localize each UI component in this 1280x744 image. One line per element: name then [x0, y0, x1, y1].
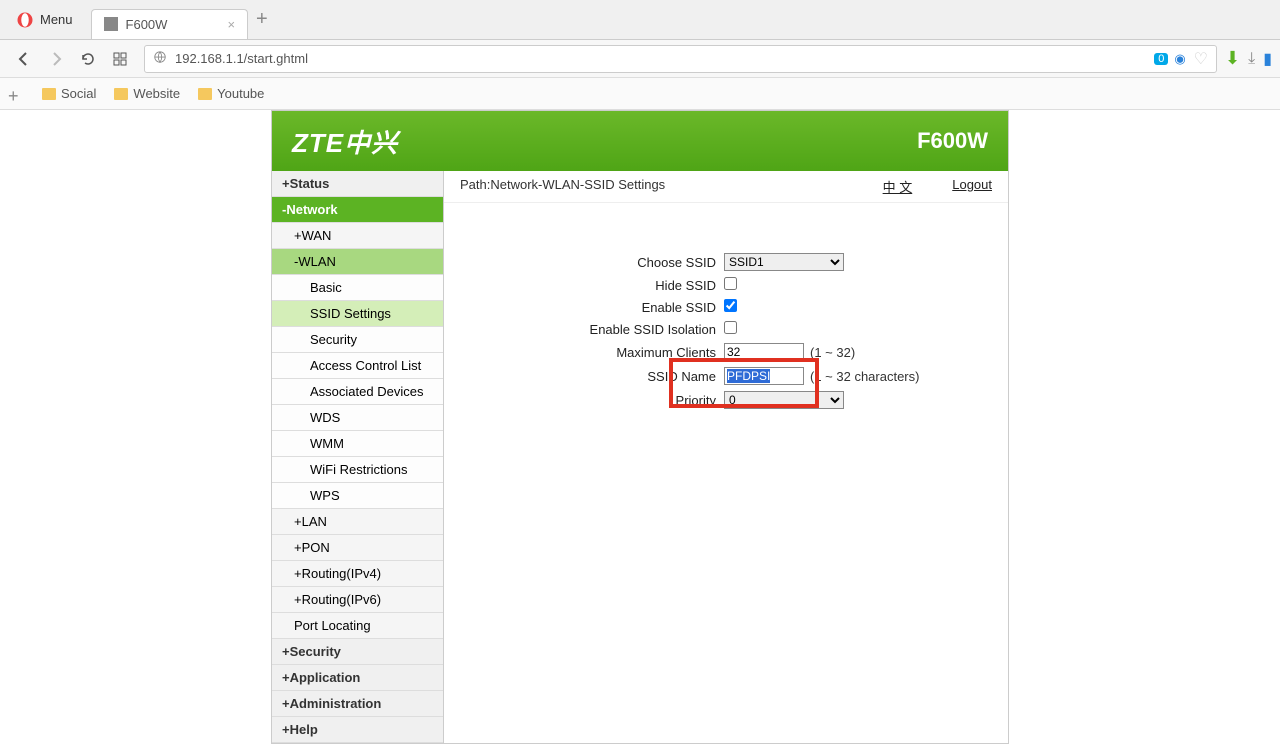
- back-button[interactable]: [10, 45, 38, 73]
- nav-wlan-acl[interactable]: Access Control List: [272, 353, 443, 379]
- breadcrumb: Path:Network-WLAN-SSID Settings: [460, 177, 665, 196]
- form-area: Choose SSID SSID1 Hide SSID Enable SSID …: [444, 203, 1008, 435]
- sidebar: +Status -Network +WAN -WLAN Basic SSID S…: [272, 171, 444, 743]
- ssid-name-hint: (1 ~ 32 characters): [810, 369, 919, 384]
- heart-icon[interactable]: ♡: [1194, 49, 1208, 69]
- shield-icon[interactable]: ◉: [1174, 51, 1185, 67]
- nav-status[interactable]: +Status: [272, 171, 443, 197]
- nav-administration[interactable]: +Administration: [272, 691, 443, 717]
- nav-wlan-wmm[interactable]: WMM: [272, 431, 443, 457]
- router-header: ZTE中兴 F600W: [272, 111, 1008, 171]
- bookmark-social[interactable]: Social: [42, 86, 96, 101]
- folder-icon: [114, 88, 128, 100]
- hide-ssid-label: Hide SSID: [474, 278, 724, 293]
- forward-button[interactable]: [42, 45, 70, 73]
- enable-ssid-label: Enable SSID: [474, 300, 724, 315]
- bookmarks-bar: + Social Website Youtube: [0, 78, 1280, 110]
- forward-arrow-icon: [48, 51, 64, 67]
- add-bookmark-button[interactable]: +: [8, 86, 24, 102]
- choose-ssid-label: Choose SSID: [474, 255, 724, 270]
- enable-isolation-checkbox[interactable]: [724, 321, 737, 334]
- folder-icon: [198, 88, 212, 100]
- url-bar[interactable]: 192.168.1.1/start.ghtml 0 ◉ ♡: [144, 45, 1217, 73]
- ssid-name-input[interactable]: PFDPSI: [724, 367, 804, 385]
- router-model: F600W: [917, 128, 988, 154]
- logout-link[interactable]: Logout: [952, 177, 992, 196]
- nav-application[interactable]: +Application: [272, 665, 443, 691]
- folder-icon: [42, 88, 56, 100]
- enable-ssid-checkbox[interactable]: [724, 299, 737, 312]
- enable-isolation-label: Enable SSID Isolation: [474, 322, 724, 337]
- bookmark-youtube[interactable]: Youtube: [198, 86, 264, 101]
- hide-ssid-checkbox[interactable]: [724, 277, 737, 290]
- reload-icon: [80, 51, 96, 67]
- nav-wlan[interactable]: -WLAN: [272, 249, 443, 275]
- reload-button[interactable]: [74, 45, 102, 73]
- menu-label: Menu: [40, 12, 73, 27]
- speed-dial-button[interactable]: [106, 45, 134, 73]
- nav-wlan-wds[interactable]: WDS: [272, 405, 443, 431]
- browser-tab[interactable]: F600W ×: [91, 9, 249, 39]
- browser-tab-bar: Menu F600W × +: [0, 0, 1280, 40]
- browser-menu-button[interactable]: Menu: [6, 7, 83, 33]
- nav-pon[interactable]: +PON: [272, 535, 443, 561]
- nav-wlan-assoc[interactable]: Associated Devices: [272, 379, 443, 405]
- browser-nav-bar: 192.168.1.1/start.ghtml 0 ◉ ♡ ⬇ ⤓ ▮: [0, 40, 1280, 78]
- blocker-badge[interactable]: 0: [1154, 53, 1168, 65]
- tab-close-icon[interactable]: ×: [227, 17, 235, 32]
- nav-wlan-security[interactable]: Security: [272, 327, 443, 353]
- max-clients-label: Maximum Clients: [474, 345, 724, 360]
- nav-wlan-wps[interactable]: WPS: [272, 483, 443, 509]
- grid-icon: [112, 51, 128, 67]
- router-page: ZTE中兴 F600W +Status -Network +WAN -WLAN …: [0, 110, 1280, 744]
- downloads-icon[interactable]: ⬇: [1225, 48, 1240, 69]
- content-header: Path:Network-WLAN-SSID Settings 中 文 Logo…: [444, 171, 1008, 203]
- content-area: Path:Network-WLAN-SSID Settings 中 文 Logo…: [444, 171, 1008, 743]
- choose-ssid-select[interactable]: SSID1: [724, 253, 844, 271]
- nav-network[interactable]: -Network: [272, 197, 443, 223]
- max-clients-hint: (1 ~ 32): [810, 345, 855, 360]
- nav-help[interactable]: +Help: [272, 717, 443, 743]
- nav-port-locating[interactable]: Port Locating: [272, 613, 443, 639]
- router-logo: ZTE中兴: [292, 123, 398, 160]
- tab-favicon: [104, 17, 118, 31]
- nav-wlan-ssid-settings[interactable]: SSID Settings: [272, 301, 443, 327]
- url-text: 192.168.1.1/start.ghtml: [175, 51, 308, 66]
- ssid-name-label: SSID Name: [474, 369, 724, 384]
- priority-select[interactable]: 0: [724, 391, 844, 409]
- new-tab-button[interactable]: +: [256, 8, 268, 31]
- nav-lan[interactable]: +LAN: [272, 509, 443, 535]
- nav-wan[interactable]: +WAN: [272, 223, 443, 249]
- nav-wlan-wifi-restrictions[interactable]: WiFi Restrictions: [272, 457, 443, 483]
- download-small-icon[interactable]: ⤓: [1248, 50, 1255, 68]
- lang-link[interactable]: 中 文: [883, 177, 913, 196]
- opera-icon: [16, 11, 34, 29]
- globe-icon: [153, 50, 167, 67]
- nav-routing4[interactable]: +Routing(IPv4): [272, 561, 443, 587]
- sidebar-panel-icon[interactable]: ▮: [1263, 49, 1272, 69]
- max-clients-input[interactable]: [724, 343, 804, 361]
- back-arrow-icon: [16, 51, 32, 67]
- nav-routing6[interactable]: +Routing(IPv6): [272, 587, 443, 613]
- tab-title: F600W: [126, 17, 168, 32]
- priority-label: Priority: [474, 393, 724, 408]
- bookmark-website[interactable]: Website: [114, 86, 180, 101]
- nav-security[interactable]: +Security: [272, 639, 443, 665]
- nav-wlan-basic[interactable]: Basic: [272, 275, 443, 301]
